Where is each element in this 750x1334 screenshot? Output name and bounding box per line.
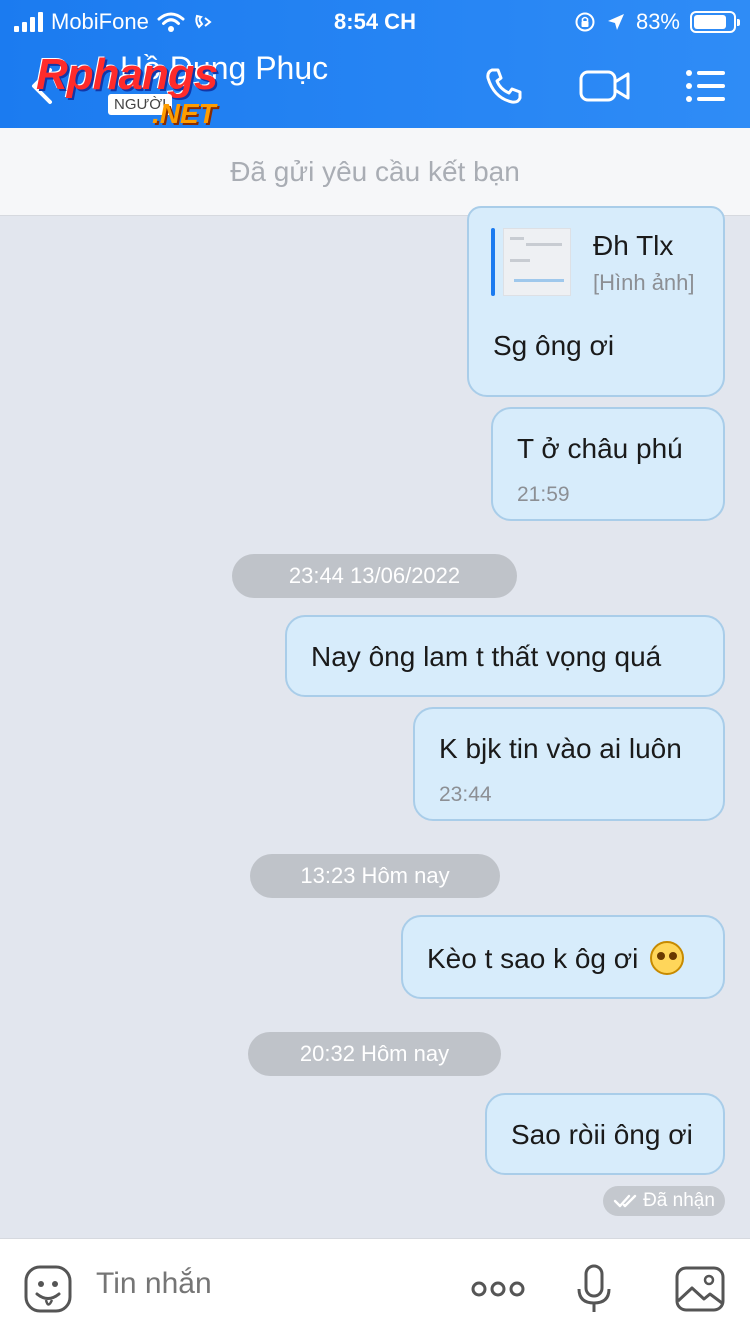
message-time: 21:59 bbox=[517, 483, 570, 506]
location-icon bbox=[607, 14, 624, 30]
chat-header: MobiFone 8:54 CH 83% Hồ Dung Phục Rphang… bbox=[0, 0, 750, 130]
battery-percent: 83% bbox=[635, 9, 680, 34]
menu-icon[interactable] bbox=[684, 64, 728, 108]
message-bubble-reply[interactable]: Đh Tlx [Hình ảnh] Sg ông ơi bbox=[467, 206, 725, 397]
video-call-icon[interactable] bbox=[578, 64, 632, 108]
delivered-receipt: Đã nhận bbox=[603, 1186, 725, 1216]
date-divider: 23:44 13/06/2022 bbox=[232, 554, 517, 598]
sticker-icon[interactable] bbox=[22, 1263, 74, 1315]
message-time: 23:44 bbox=[439, 783, 492, 806]
phone-icon[interactable] bbox=[482, 64, 526, 108]
message-input-bar bbox=[0, 1238, 750, 1334]
watermark-brand: Rphangs bbox=[36, 50, 218, 99]
message-text: Kèo t sao k ôg ơi bbox=[427, 943, 639, 974]
watermark-suffix: .NET bbox=[152, 98, 216, 129]
double-check-icon bbox=[613, 1194, 637, 1208]
message-bubble[interactable]: Sao ròii ông ơi bbox=[485, 1093, 725, 1175]
message-text: T ở châu phú bbox=[517, 433, 683, 464]
message-text: Nay ông lam t thất vọng quá bbox=[311, 641, 662, 672]
message-text: K bjk tin vào ai luôn bbox=[439, 733, 682, 764]
receipt-label: Đã nhận bbox=[643, 1190, 715, 1211]
message-text: Sao ròii ông ơi bbox=[511, 1119, 693, 1150]
image-icon[interactable] bbox=[674, 1263, 726, 1315]
friend-request-banner: Đã gửi yêu cầu kết bạn bbox=[0, 128, 750, 216]
quoted-message[interactable]: Đh Tlx [Hình ảnh] bbox=[491, 228, 703, 296]
date-divider: 20:32 Hôm nay bbox=[248, 1032, 501, 1076]
quoted-sender: Đh Tlx bbox=[593, 230, 674, 261]
quoted-type: [Hình ảnh] bbox=[593, 270, 695, 295]
date-divider: 13:23 Hôm nay bbox=[250, 854, 500, 898]
message-bubble[interactable]: Kèo t sao k ôg ơi bbox=[401, 915, 725, 999]
message-input[interactable] bbox=[96, 1267, 436, 1301]
message-bubble[interactable]: T ở châu phú 21:59 bbox=[491, 407, 725, 521]
friend-request-text: Đã gửi yêu cầu kết bạn bbox=[230, 155, 520, 187]
message-bubble[interactable]: Nay ông lam t thất vọng quá bbox=[285, 615, 725, 697]
nav-bar: Hồ Dung Phục Rphangs NGƯỜI .NET bbox=[0, 42, 750, 130]
battery-icon bbox=[690, 11, 740, 33]
quoted-image-thumbnail bbox=[503, 228, 571, 296]
microphone-icon[interactable] bbox=[568, 1263, 620, 1315]
more-icon[interactable] bbox=[470, 1263, 526, 1315]
status-bar: MobiFone 8:54 CH 83% bbox=[0, 0, 750, 42]
message-text: Sg ông ơi bbox=[493, 330, 615, 361]
rotation-lock-icon bbox=[575, 12, 595, 32]
pleading-face-emoji bbox=[650, 940, 685, 975]
watermark-logo: Rphangs NGƯỜI .NET bbox=[36, 50, 266, 130]
message-bubble[interactable]: K bjk tin vào ai luôn 23:44 bbox=[413, 707, 725, 821]
message-text-wrap: Kèo t sao k ôg ơi bbox=[427, 940, 685, 978]
